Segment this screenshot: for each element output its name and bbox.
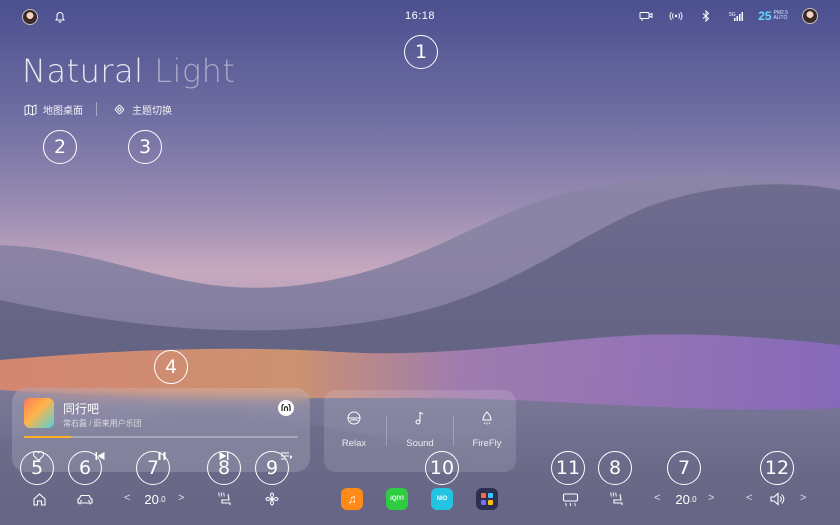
outside-temp-chip[interactable]: 25 PM2.5 AUTO (758, 9, 788, 23)
callout-marker: 11 (551, 451, 585, 485)
status-bar: 16:18 5G 25 PM2.5 AUTO (0, 0, 840, 34)
outside-temp-value: 25 (758, 9, 772, 23)
nio-app-icon[interactable]: NIO (431, 488, 453, 510)
map-desktop-button[interactable]: 地图桌面 (24, 102, 83, 117)
seat-heat-passenger-icon[interactable] (606, 488, 626, 510)
shortcut-divider (96, 102, 97, 116)
seat-heat-driver-icon[interactable] (214, 488, 234, 510)
callout-marker: 6 (68, 451, 102, 485)
profile-avatar[interactable] (802, 8, 818, 24)
volume-up-icon[interactable]: > (800, 492, 806, 504)
rear-defrost-icon[interactable] (560, 488, 580, 510)
nio-app-label: NIO (436, 496, 448, 502)
theme-title-faint: Light (154, 52, 236, 90)
theme-switch-button[interactable]: 主题切换 (113, 102, 172, 117)
mode-relax[interactable]: Relax (324, 410, 384, 449)
mode-sound[interactable]: Sound (390, 410, 450, 449)
callout-marker: 2 (43, 130, 77, 164)
callout-marker: 3 (128, 130, 162, 164)
mode-sound-label: Sound (406, 438, 434, 449)
song-progress-bar[interactable] (24, 436, 298, 438)
dashcam-icon[interactable] (638, 8, 654, 24)
launcher-grid-icon[interactable] (476, 488, 498, 510)
music-app-icon[interactable]: ♫ (341, 488, 363, 510)
theme-switch-label: 主题切换 (132, 106, 172, 117)
nio-radio-icon[interactable] (278, 400, 294, 416)
firefly-icon (482, 411, 492, 425)
relax-icon (347, 411, 361, 425)
theme-title-main: Natural (22, 52, 155, 90)
song-artist: 常石磊 / 蔚来用户乐团 (63, 419, 142, 428)
mode-divider (453, 416, 454, 446)
home-icon[interactable] (30, 488, 48, 510)
driver-temp-up-icon[interactable]: > (178, 492, 184, 504)
music-app-label: ♫ (347, 492, 357, 506)
map-icon (24, 103, 37, 116)
driver-temp-decimal: .0 (158, 494, 166, 504)
volume-down-icon[interactable]: < (746, 492, 752, 504)
map-desktop-label: 地图桌面 (43, 106, 83, 117)
passenger-temp-decimal: .0 (689, 494, 697, 504)
callout-marker: 8 (598, 451, 632, 485)
callout-marker: 4 (154, 350, 188, 384)
fan-icon[interactable] (262, 488, 282, 510)
callout-marker: 7 (136, 451, 170, 485)
passenger-temp-down-icon[interactable]: < (654, 492, 660, 504)
callout-marker: 12 (760, 451, 794, 485)
car-icon[interactable] (75, 488, 95, 510)
passenger-temp-display: 20.0 (671, 488, 701, 510)
callout-marker: 8 (207, 451, 241, 485)
song-title: 同行吧 (63, 402, 100, 416)
theme-icon (114, 104, 125, 115)
iqiyi-app-icon[interactable]: iQIYI (386, 488, 408, 510)
driver-temp-display: 20.0 (140, 488, 170, 510)
album-art[interactable] (24, 398, 54, 428)
mode-divider (386, 416, 387, 446)
theme-title: Natural Light (22, 52, 235, 90)
driver-temp-value: 20 (144, 491, 159, 507)
broadcast-icon[interactable] (668, 8, 684, 24)
song-progress-fill (24, 436, 71, 438)
callout-marker: 5 (20, 451, 54, 485)
mode-relax-label: Relax (341, 438, 367, 449)
auto-label: AUTO (773, 15, 788, 21)
mode-firefly[interactable]: FireFly (457, 410, 517, 449)
driver-temp-down-icon[interactable]: < (124, 492, 130, 504)
mode-firefly-label: FireFly (472, 438, 502, 449)
signal-5g-icon: 5G (728, 8, 744, 24)
passenger-temp-value: 20 (675, 491, 690, 507)
network-label: 5G (729, 12, 736, 18)
bluetooth-icon[interactable] (698, 8, 714, 24)
ambience-mode-card: Relax Sound FireFly (324, 390, 516, 472)
sound-icon (415, 411, 424, 425)
callout-marker: 9 (255, 451, 289, 485)
callout-marker: 1 (404, 35, 438, 69)
passenger-temp-up-icon[interactable]: > (708, 492, 714, 504)
callout-marker: 7 (667, 451, 701, 485)
callout-marker: 10 (425, 451, 459, 485)
volume-icon[interactable] (767, 488, 787, 510)
iqiyi-app-label: iQIYI (390, 496, 404, 502)
